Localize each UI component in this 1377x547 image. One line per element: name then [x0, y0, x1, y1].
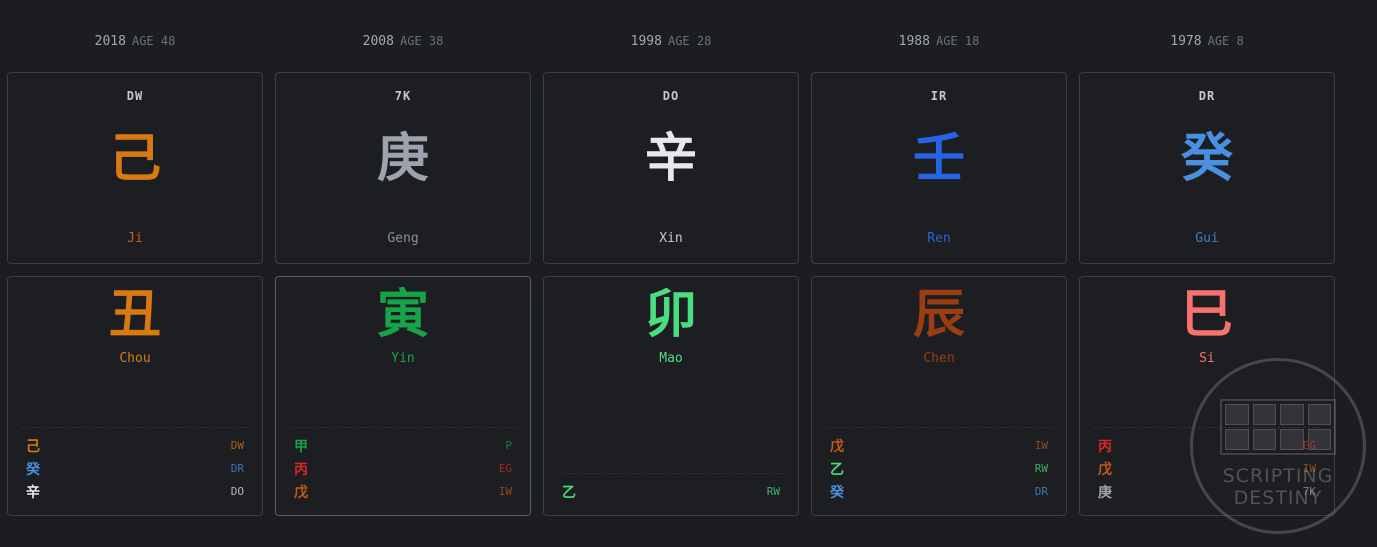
hidden-stems-list: 戊 IW 乙 RW 癸 DR — [826, 427, 1052, 503]
hidden-stem-char: 癸 — [26, 461, 40, 478]
stem-pinyin: Ji — [127, 231, 143, 246]
hidden-stems-list: 乙 RW — [558, 473, 784, 503]
hidden-stem-row: 戊 IW — [290, 480, 516, 503]
hidden-stems-list: 丙 EG 戊 IW 庚 7K — [1094, 427, 1320, 503]
ten-god-label: DR — [1198, 89, 1216, 103]
branch-character: 寅 — [376, 285, 429, 345]
branch-character: 卯 — [644, 285, 697, 345]
luck-pillars-panel: 2018 AGE 48 DW 己 Ji 丑 Chou 己 DW 癸 DR 辛 DO 2008 AGE 38 7… — [0, 0, 1377, 547]
heavenly-stem-card[interactable]: DO 辛 Xin — [543, 72, 799, 264]
stem-character: 壬 — [912, 129, 965, 189]
hidden-stem-row: 辛 DO — [22, 480, 248, 503]
hidden-stem-god: EG — [498, 462, 512, 475]
hidden-stem-row: 癸 DR — [22, 457, 248, 480]
hidden-stem-god: IW — [498, 485, 512, 498]
stem-character: 辛 — [644, 129, 697, 189]
hidden-stems-list: 甲 P 丙 EG 戊 IW — [290, 427, 516, 503]
branch-character: 巳 — [1180, 285, 1233, 345]
hidden-stem-god: DO — [230, 485, 244, 498]
pillar-year: 1978 — [1170, 34, 1202, 49]
hidden-stems-list: 己 DW 癸 DR 辛 DO — [22, 427, 248, 503]
stem-pinyin: Xin — [659, 231, 683, 246]
hidden-stem-char: 乙 — [830, 461, 844, 478]
hidden-stem-god: RW — [1034, 462, 1048, 475]
hidden-stem-row: 乙 RW — [826, 457, 1052, 480]
hidden-stem-char: 乙 — [562, 484, 576, 501]
stem-pinyin: Gui — [1195, 231, 1219, 246]
hidden-stem-god: 7K — [1302, 485, 1316, 498]
stem-character: 庚 — [376, 129, 429, 189]
hidden-stem-char: 庚 — [1098, 484, 1112, 501]
hidden-stem-char: 戊 — [830, 438, 844, 455]
heavenly-stem-card[interactable]: IR 壬 Ren — [811, 72, 1067, 264]
hidden-stem-char: 癸 — [830, 484, 844, 501]
branch-pinyin: Chen — [923, 351, 955, 366]
heavenly-stem-card[interactable]: DW 己 Ji — [7, 72, 263, 264]
ten-god-label: DW — [126, 89, 144, 103]
branch-pinyin: Chou — [119, 351, 151, 366]
hidden-stem-god: EG — [1302, 439, 1316, 452]
pillar-header: 1998 AGE 28 — [543, 34, 799, 49]
pillar-header: 2008 AGE 38 — [275, 34, 531, 49]
hidden-stem-char: 戊 — [294, 484, 308, 501]
hidden-stem-row: 癸 DR — [826, 480, 1052, 503]
ten-god-label: DO — [662, 89, 680, 103]
pillar-age: AGE 48 — [131, 34, 176, 48]
pillar-year: 1998 — [630, 34, 662, 49]
branch-pinyin: Si — [1199, 351, 1215, 366]
branch-pinyin: Yin — [391, 351, 415, 366]
pillar-age: AGE 28 — [667, 34, 712, 48]
pillar-year: 2018 — [94, 34, 126, 49]
pillar-header: 2018 AGE 48 — [7, 34, 263, 49]
pillar-header: 1978 AGE 8 — [1079, 34, 1335, 49]
earthly-branch-card[interactable]: 丑 Chou 己 DW 癸 DR 辛 DO — [7, 276, 263, 516]
hidden-stem-god: DR — [230, 462, 244, 475]
branch-character: 丑 — [108, 285, 161, 345]
hidden-stem-god: IW — [1302, 462, 1316, 475]
hidden-stem-god: RW — [766, 485, 780, 498]
hidden-stem-god: DW — [230, 439, 244, 452]
branch-pinyin: Mao — [659, 351, 683, 366]
hidden-stem-row: 戊 IW — [826, 434, 1052, 457]
hidden-stem-char: 甲 — [294, 438, 308, 455]
earthly-branch-card[interactable]: 辰 Chen 戊 IW 乙 RW 癸 DR — [811, 276, 1067, 516]
pillar-age: AGE 8 — [1207, 34, 1244, 48]
hidden-stem-char: 戊 — [1098, 461, 1112, 478]
pillar-year: 1988 — [898, 34, 930, 49]
heavenly-stem-card[interactable]: 7K 庚 Geng — [275, 72, 531, 264]
hidden-stem-row: 甲P — [290, 434, 516, 457]
ten-god-label: 7K — [394, 89, 412, 103]
hidden-stem-char: 辛 — [26, 484, 40, 501]
hidden-stem-row: 庚 7K — [1094, 480, 1320, 503]
hidden-stem-row: 己 DW — [22, 434, 248, 457]
pillar-age: AGE 18 — [935, 34, 980, 48]
pillar-header: 1988 AGE 18 — [811, 34, 1067, 49]
stem-character: 己 — [108, 129, 161, 189]
hidden-stem-char: 丙 — [294, 461, 308, 478]
earthly-branch-card[interactable]: 巳 Si 丙 EG 戊 IW 庚 7K — [1079, 276, 1335, 516]
branch-character: 辰 — [912, 285, 965, 345]
heavenly-stem-card[interactable]: DR 癸 Gui — [1079, 72, 1335, 264]
hidden-stem-row: 丙 EG — [290, 457, 516, 480]
hidden-stem-row: 乙 RW — [558, 480, 784, 503]
ten-god-label: IR — [930, 89, 948, 103]
hidden-stem-char: 己 — [26, 438, 40, 455]
hidden-stem-char: 丙 — [1098, 438, 1112, 455]
hidden-stem-god: IW — [1034, 439, 1048, 452]
stem-pinyin: Ren — [927, 231, 951, 246]
pillar-age: AGE 38 — [399, 34, 444, 48]
earthly-branch-card[interactable]: 卯 Mao 乙 RW — [543, 276, 799, 516]
hidden-stem-god: DR — [1034, 485, 1048, 498]
pillar-year: 2008 — [362, 34, 394, 49]
stem-pinyin: Geng — [387, 231, 419, 246]
earthly-branch-card[interactable]: 寅 Yin 甲 P 丙 EG 戊 IW — [275, 276, 531, 516]
hidden-stem-god: P — [505, 439, 512, 452]
hidden-stem-row: 丙 EG — [1094, 434, 1320, 457]
stem-character: 癸 — [1180, 129, 1233, 189]
hidden-stem-row: 戊 IW — [1094, 457, 1320, 480]
